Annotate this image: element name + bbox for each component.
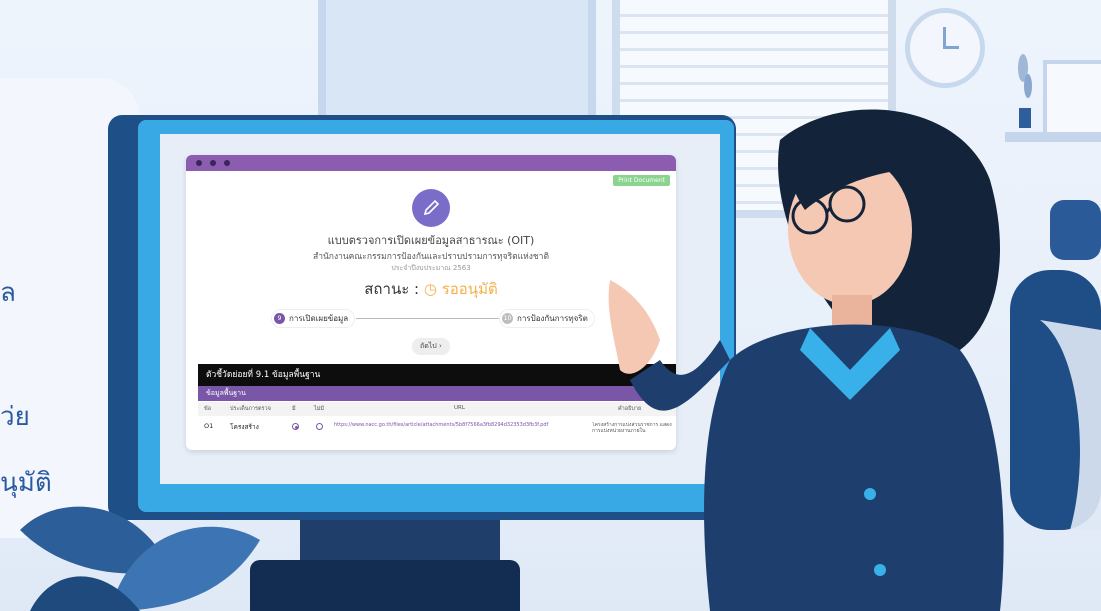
steps-connector	[356, 318, 506, 319]
woman-presenter-illustration	[608, 109, 1004, 611]
col-header-no: ข้อ	[204, 406, 212, 412]
step-label: การเปิดเผยข้อมูล	[289, 314, 349, 323]
edit-pencil-icon	[412, 189, 450, 227]
col-header-url: URL	[454, 405, 465, 411]
step-9[interactable]: 9 การเปิดเผยข้อมูล	[272, 310, 355, 327]
left-text-line-2: ว่ย	[0, 402, 30, 432]
row-item: โครงสร้าง	[230, 423, 259, 431]
step-number: 9	[274, 313, 285, 324]
status-label: สถานะ :	[364, 280, 420, 298]
row-url-link[interactable]: https://www.nacc.go.th/files/article/att…	[334, 422, 566, 428]
radio-no[interactable]	[316, 423, 323, 430]
col-header-item: ประเด็นการตรวจ	[230, 406, 271, 412]
step-label: การป้องกันการทุจริต	[517, 314, 588, 323]
row-number: O1	[204, 422, 214, 430]
radio-yes[interactable]	[292, 423, 299, 430]
monitor-stand	[300, 520, 500, 560]
col-header-yes: มี	[292, 406, 296, 412]
wall-clock-icon	[905, 8, 985, 88]
plant-leaves-illustration	[20, 506, 260, 611]
window-dot-icon	[224, 160, 230, 166]
window-dot-icon	[196, 160, 202, 166]
left-text-line-1: ล	[0, 278, 16, 308]
monitor-base	[250, 560, 520, 611]
col-header-no-have: ไม่มี	[314, 406, 325, 412]
status-value: รออนุมัติ	[441, 280, 498, 298]
clock-icon: ◷	[423, 280, 437, 298]
step-number: 10	[502, 313, 513, 324]
step-10[interactable]: 10 การป้องกันการทุจริต	[500, 310, 594, 327]
window-dot-icon	[210, 160, 216, 166]
next-button[interactable]: ถัดไป ›	[412, 338, 450, 355]
